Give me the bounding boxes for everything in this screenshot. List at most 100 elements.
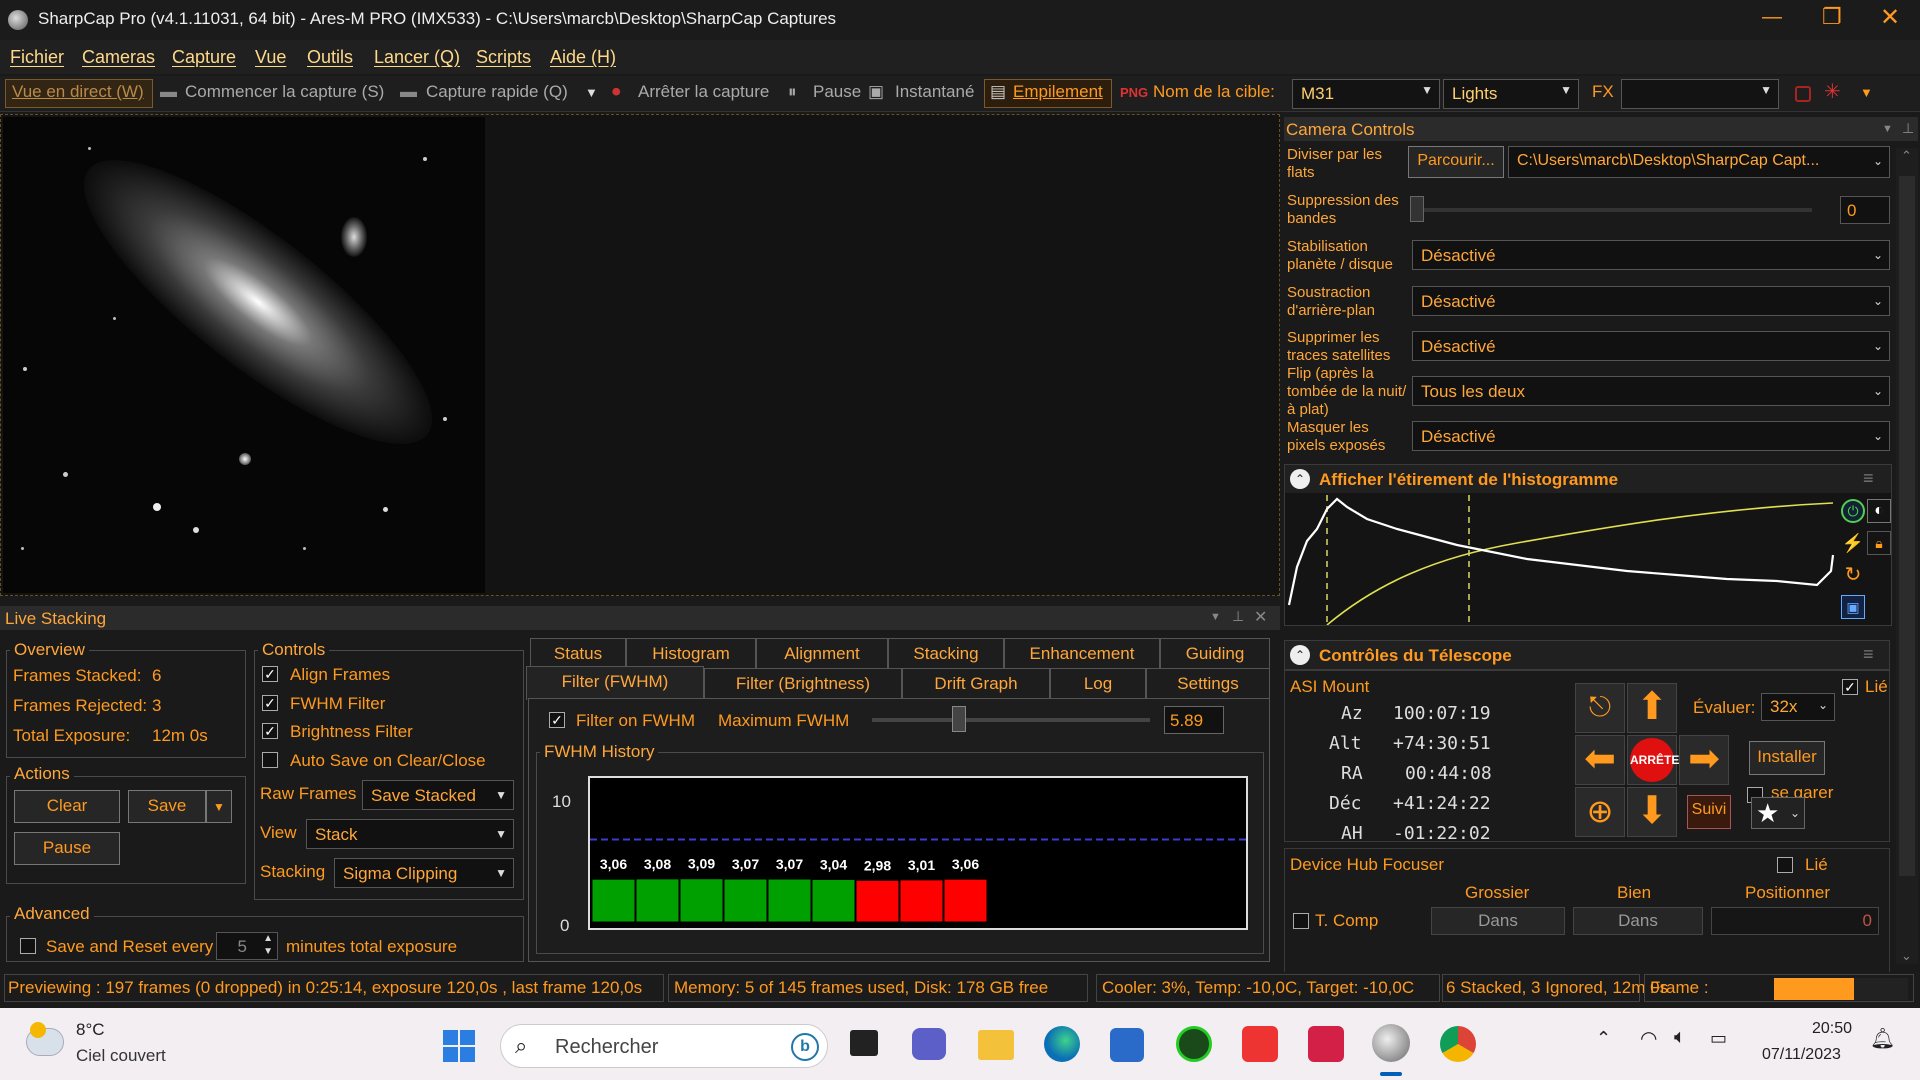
- menu-icon[interactable]: ≡: [1863, 468, 1874, 489]
- target-name-select[interactable]: M31 ▼: [1292, 79, 1440, 109]
- volume-icon[interactable]: 🔈︎: [1674, 1026, 1686, 1049]
- auto-save-checkbox[interactable]: [262, 752, 278, 768]
- scroll-thumb[interactable]: [1899, 176, 1915, 876]
- fine-in-button[interactable]: Dans: [1573, 907, 1703, 935]
- tab-guiding[interactable]: Guiding: [1160, 638, 1270, 668]
- raw-frames-select[interactable]: Save Stacked ▼: [362, 780, 514, 810]
- sharpcap-taskbar-icon[interactable]: [1372, 1024, 1410, 1062]
- bell-icon[interactable]: 🔔︎: [1870, 1026, 1895, 1051]
- hotpix-select[interactable]: Désactivé ⌄: [1412, 421, 1890, 451]
- coarse-in-button[interactable]: Dans: [1431, 907, 1565, 935]
- chevron-down-icon[interactable]: ▼: [585, 85, 598, 100]
- track-button[interactable]: Suivi: [1687, 795, 1731, 829]
- save-reset-stepper[interactable]: 5 ▲ ▼: [216, 932, 278, 960]
- filter-on-fwhm-checkbox[interactable]: ✓: [549, 712, 565, 728]
- pin-icon[interactable]: ⊥: [1232, 608, 1244, 625]
- lock-icon[interactable]: 🔒︎: [1867, 531, 1891, 555]
- bg-sub-select[interactable]: Désactivé ⌄: [1412, 286, 1890, 316]
- tab-alignment[interactable]: Alignment: [756, 638, 888, 668]
- app-red-icon[interactable]: [1308, 1026, 1344, 1062]
- minimize-icon[interactable]: —: [1762, 6, 1782, 29]
- tab-stacking[interactable]: Stacking: [888, 638, 1004, 668]
- banding-slider-track[interactable]: [1412, 208, 1812, 212]
- auto-stretch-icon[interactable]: ⚡: [1841, 531, 1865, 555]
- pin-icon[interactable]: ⊥: [1902, 120, 1914, 137]
- fwhm-filter-checkbox[interactable]: ✓: [262, 695, 278, 711]
- save-options-button[interactable]: ▼: [206, 790, 232, 823]
- satellite-select[interactable]: Désactivé ⌄: [1412, 331, 1890, 361]
- clock-time[interactable]: 20:50: [1812, 1020, 1852, 1038]
- north-button[interactable]: ⬆: [1627, 683, 1677, 733]
- menu-outils[interactable]: Outils: [307, 47, 353, 68]
- scroll-down-icon[interactable]: ⌄: [1901, 948, 1912, 964]
- align-frames-checkbox[interactable]: ✓: [262, 666, 278, 682]
- power-icon[interactable]: ⏻: [1841, 499, 1865, 523]
- banding-input[interactable]: 0: [1840, 196, 1890, 224]
- frame-type-select[interactable]: Lights ▼: [1443, 79, 1579, 109]
- menu-icon[interactable]: ≡: [1863, 644, 1874, 665]
- stacking-mode-select[interactable]: Sigma Clipping ▼: [334, 858, 514, 888]
- tab-enhancement[interactable]: Enhancement: [1004, 638, 1160, 668]
- south-button[interactable]: ⬇: [1627, 787, 1677, 837]
- store-icon[interactable]: [1110, 1028, 1144, 1062]
- close-icon[interactable]: ✕: [1880, 3, 1900, 32]
- menu-capture[interactable]: Capture: [172, 47, 236, 68]
- tcomp-checkbox[interactable]: [1293, 913, 1309, 929]
- pause-button[interactable]: Pause: [813, 82, 861, 102]
- save-button[interactable]: Save: [128, 790, 206, 823]
- chevron-down-icon[interactable]: ▼: [1882, 123, 1893, 135]
- focuser-linked-checkbox[interactable]: [1777, 857, 1793, 873]
- save-stretch-icon[interactable]: ▣: [1841, 595, 1865, 619]
- chevron-up-icon[interactable]: ⌃: [1596, 1028, 1611, 1049]
- tab-filter-fwhm[interactable]: Filter (FWHM): [526, 666, 704, 700]
- stop-button[interactable]: ARRÊTE: [1627, 735, 1679, 785]
- menu-fichier[interactable]: Fichier: [10, 47, 64, 68]
- menu-vue[interactable]: Vue: [255, 47, 286, 68]
- stepper-down-icon[interactable]: ▼: [263, 946, 273, 957]
- brightness-filter-checkbox[interactable]: ✓: [262, 723, 278, 739]
- collapse-icon[interactable]: ⌃: [1290, 645, 1310, 665]
- menu-lancer[interactable]: Lancer (Q): [374, 47, 460, 68]
- fx-select[interactable]: ▼: [1621, 79, 1779, 109]
- close-panel-icon[interactable]: ✕: [1254, 607, 1267, 627]
- focuser-position-input[interactable]: 0: [1711, 907, 1879, 935]
- tab-histogram[interactable]: Histogram: [626, 638, 756, 668]
- anydesk-icon[interactable]: [1242, 1026, 1278, 1062]
- reticle-icon[interactable]: ✳: [1824, 79, 1841, 104]
- record-icon[interactable]: [1795, 86, 1811, 102]
- scroll-up-icon[interactable]: ⌃: [1901, 148, 1912, 164]
- max-fwhm-slider-thumb[interactable]: [952, 706, 966, 732]
- file-explorer-icon[interactable]: [978, 1030, 1014, 1060]
- bing-icon[interactable]: b: [791, 1033, 819, 1061]
- chevron-down-icon[interactable]: ▼: [1210, 611, 1221, 623]
- tab-status[interactable]: Status: [530, 638, 626, 668]
- right-scrollbar[interactable]: ⌃ ⌄: [1896, 148, 1918, 964]
- max-fwhm-slider-track[interactable]: [872, 718, 1150, 722]
- histogram-graph[interactable]: [1287, 495, 1835, 625]
- phd-guiding-icon[interactable]: [1176, 1026, 1212, 1062]
- east-button[interactable]: ➡: [1679, 735, 1729, 785]
- rate-select[interactable]: 32x ⌄: [1761, 693, 1835, 721]
- tab-drift-graph[interactable]: Drift Graph: [902, 668, 1050, 698]
- collapse-icon[interactable]: ⌃: [1290, 469, 1310, 489]
- west-button[interactable]: ⬅: [1575, 735, 1625, 785]
- max-fwhm-input[interactable]: 5.89: [1164, 706, 1224, 734]
- battery-icon[interactable]: ▭: [1710, 1028, 1727, 1049]
- tab-filter-brightness[interactable]: Filter (Brightness): [704, 668, 902, 698]
- save-reset-checkbox[interactable]: [20, 938, 36, 954]
- image-view[interactable]: [0, 114, 1280, 596]
- mount-linked-checkbox[interactable]: ✓: [1842, 679, 1858, 695]
- contrast-icon[interactable]: ◐: [1867, 499, 1891, 523]
- restore-icon[interactable]: ❐: [1822, 4, 1842, 30]
- menu-scripts[interactable]: Scripts: [476, 47, 531, 68]
- clear-button[interactable]: Clear: [14, 790, 120, 823]
- stepper-up-icon[interactable]: ▲: [263, 933, 273, 944]
- chrome-icon[interactable]: [1440, 1026, 1476, 1062]
- install-button[interactable]: Installer: [1749, 741, 1825, 775]
- menu-aide[interactable]: Aide (H): [550, 47, 616, 68]
- task-view-icon[interactable]: [850, 1030, 878, 1056]
- tab-log[interactable]: Log: [1050, 668, 1146, 698]
- search-box[interactable]: ⌕ Rechercher b: [500, 1024, 828, 1068]
- quick-capture-button[interactable]: Capture rapide (Q): [426, 82, 568, 102]
- chevron-down-icon[interactable]: ▼: [1860, 85, 1873, 100]
